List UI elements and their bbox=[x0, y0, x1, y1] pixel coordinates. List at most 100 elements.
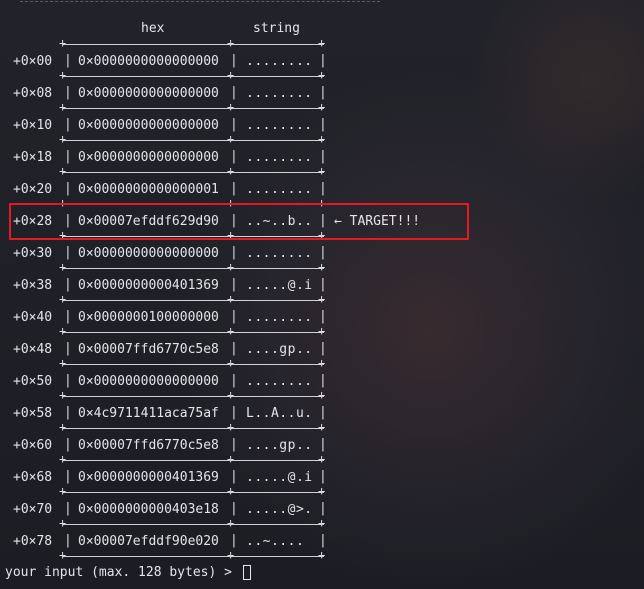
separator-joint: + bbox=[318, 420, 326, 434]
row-string-value: ........ bbox=[246, 182, 313, 197]
terminal-window[interactable]: hex string + + + +0×00 0×0000000000000000...… bbox=[0, 0, 644, 589]
row-string-value: ....gp.. bbox=[246, 342, 313, 357]
row-hex-value: 0×0000000100000000 bbox=[78, 310, 219, 325]
row-offset: +0×00 bbox=[13, 54, 53, 69]
separator-joint: + bbox=[318, 452, 326, 466]
column-divider: | bbox=[319, 341, 327, 356]
row-string-value: ....gp.. bbox=[246, 438, 313, 453]
column-divider: | bbox=[319, 53, 327, 68]
row-hex-value: 0×0000000000000000 bbox=[78, 86, 219, 101]
row-offset: +0×38 bbox=[13, 278, 53, 293]
column-divider: | bbox=[230, 501, 238, 516]
separator-joint: + bbox=[227, 356, 235, 370]
row-string-value: ..~.... bbox=[246, 534, 305, 549]
column-divider: | bbox=[230, 373, 238, 388]
target-highlight-box bbox=[9, 203, 469, 240]
row-offset: +0×30 bbox=[13, 246, 53, 261]
separator-joint: + bbox=[59, 388, 67, 402]
separator-joint: + bbox=[59, 452, 67, 466]
separator-joint: + bbox=[318, 484, 326, 498]
row-offset: +0×78 bbox=[13, 534, 53, 549]
column-divider: | bbox=[319, 309, 327, 324]
separator-joint: + bbox=[227, 292, 235, 306]
row-string-value: ........ bbox=[246, 374, 313, 389]
column-divider: | bbox=[64, 277, 72, 292]
column-divider: | bbox=[319, 277, 327, 292]
row-string-value: ........ bbox=[246, 54, 313, 69]
row-offset: +0×50 bbox=[13, 374, 53, 389]
column-divider: | bbox=[319, 181, 327, 196]
separator-joint: + bbox=[227, 260, 235, 274]
row-offset: +0×18 bbox=[13, 150, 53, 165]
row-hex-value: 0×0000000000000000 bbox=[78, 54, 219, 69]
column-divider: | bbox=[64, 309, 72, 324]
separator-joint: + bbox=[59, 324, 67, 338]
separator-joint: + bbox=[59, 420, 67, 434]
row-hex-value: 0×00007efddf90e020 bbox=[78, 534, 219, 549]
row-hex-value: 0×00007ffd6770c5e8 bbox=[78, 438, 219, 453]
row-hex-value: 0×0000000000000000 bbox=[78, 246, 219, 261]
column-divider: | bbox=[319, 501, 327, 516]
separator-joint: + bbox=[227, 516, 235, 530]
separator-joint: + bbox=[227, 548, 235, 562]
separator-joint: + bbox=[318, 36, 326, 50]
column-divider: | bbox=[230, 309, 238, 324]
column-divider: | bbox=[319, 149, 327, 164]
column-header-hex: hex bbox=[141, 21, 165, 36]
separator-joint: + bbox=[59, 292, 67, 306]
row-offset: +0×70 bbox=[13, 502, 53, 517]
column-divider: | bbox=[230, 53, 238, 68]
row-hex-value: 0×0000000000401369 bbox=[78, 278, 219, 293]
column-divider: | bbox=[64, 85, 72, 100]
separator-joint: + bbox=[318, 292, 326, 306]
column-divider: | bbox=[319, 245, 327, 260]
row-string-value: .....@>. bbox=[246, 502, 313, 517]
row-string-value: .....@.i bbox=[246, 278, 313, 293]
column-divider: | bbox=[230, 117, 238, 132]
row-hex-value: 0×0000000000000001 bbox=[78, 182, 219, 197]
column-divider: | bbox=[64, 245, 72, 260]
input-prompt: your input (max. 128 bytes) > bbox=[5, 565, 232, 580]
row-string-value: ........ bbox=[246, 310, 313, 325]
row-offset: +0×20 bbox=[13, 182, 53, 197]
separator-joint: + bbox=[227, 68, 235, 82]
column-divider: | bbox=[64, 533, 72, 548]
row-hex-value: 0×4c9711411aca75af bbox=[78, 406, 219, 421]
separator-joint: + bbox=[59, 36, 67, 50]
separator-joint: + bbox=[318, 260, 326, 274]
column-divider: | bbox=[64, 501, 72, 516]
row-offset: +0×10 bbox=[13, 118, 53, 133]
separator-joint: + bbox=[318, 132, 326, 146]
column-divider: | bbox=[230, 405, 238, 420]
separator-joint: + bbox=[227, 324, 235, 338]
row-hex-value: 0×0000000000000000 bbox=[78, 374, 219, 389]
row-hex-value: 0×0000000000000000 bbox=[78, 118, 219, 133]
separator-joint: + bbox=[227, 36, 235, 50]
row-string-value: ........ bbox=[246, 246, 313, 261]
separator-joint: + bbox=[318, 100, 326, 114]
row-offset: +0×68 bbox=[13, 470, 53, 485]
column-divider: | bbox=[64, 405, 72, 420]
separator-joint: + bbox=[227, 420, 235, 434]
column-divider: | bbox=[319, 405, 327, 420]
separator-joint: + bbox=[318, 388, 326, 402]
separator-joint: + bbox=[59, 260, 67, 274]
row-hex-value: 0×0000000000401369 bbox=[78, 470, 219, 485]
column-divider: | bbox=[319, 85, 327, 100]
separator-joint: + bbox=[59, 516, 67, 530]
row-offset: +0×60 bbox=[13, 438, 53, 453]
column-divider: | bbox=[230, 469, 238, 484]
column-divider: | bbox=[230, 149, 238, 164]
text-cursor[interactable] bbox=[243, 565, 251, 580]
column-divider: | bbox=[64, 149, 72, 164]
separator-joint: + bbox=[59, 100, 67, 114]
separator-joint: + bbox=[318, 356, 326, 370]
row-string-value: ........ bbox=[246, 150, 313, 165]
row-hex-value: 0×00007ffd6770c5e8 bbox=[78, 342, 219, 357]
row-offset: +0×08 bbox=[13, 86, 53, 101]
column-divider: | bbox=[64, 341, 72, 356]
column-divider: | bbox=[230, 437, 238, 452]
separator-joint: + bbox=[318, 68, 326, 82]
separator-joint: + bbox=[318, 516, 326, 530]
separator-joint: + bbox=[318, 548, 326, 562]
